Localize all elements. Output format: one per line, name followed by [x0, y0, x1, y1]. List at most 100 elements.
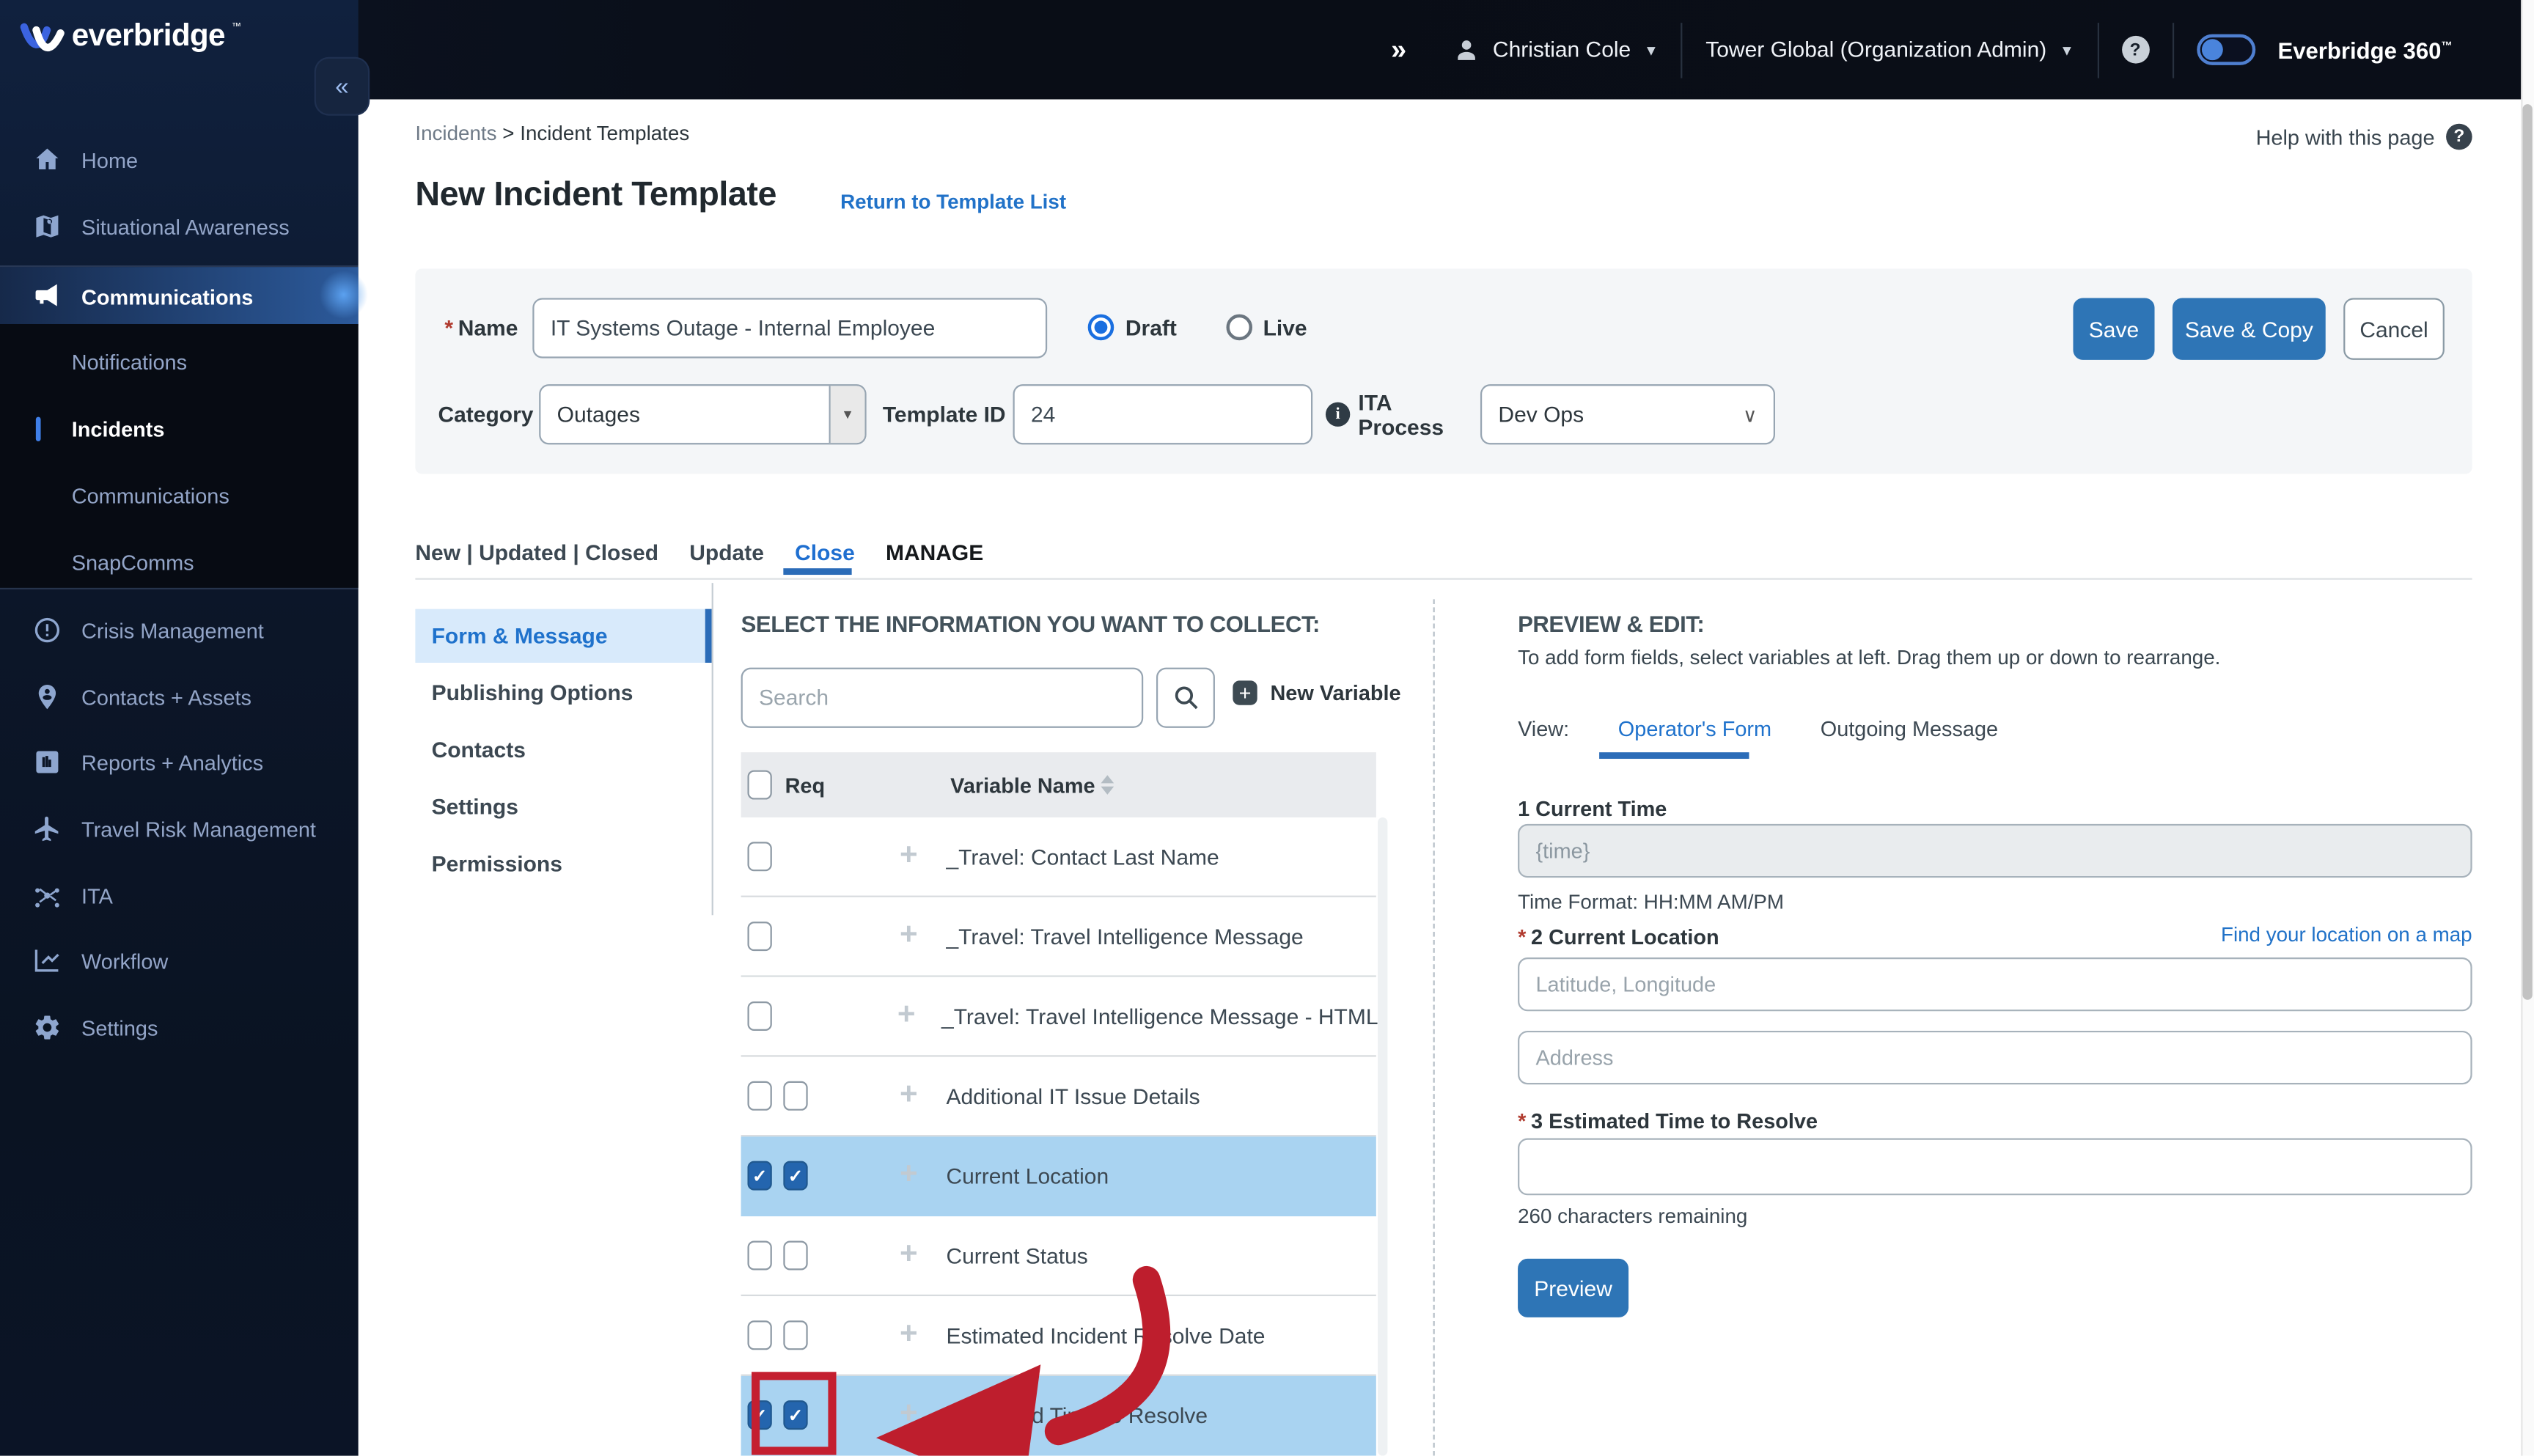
drag-handle-icon[interactable]: +: [897, 1397, 920, 1433]
divider: [1681, 21, 1683, 78]
save-and-copy-button[interactable]: Save & Copy: [2172, 298, 2326, 360]
subnav-publishing-options[interactable]: Publishing Options: [415, 668, 711, 717]
sidebar-item-contacts-assets[interactable]: Contacts + Assets: [0, 664, 359, 729]
tab-outgoing-message[interactable]: Outgoing Message: [1821, 716, 1998, 740]
ita-process-select[interactable]: Dev Ops ∨: [1480, 384, 1775, 445]
subnav-form-message[interactable]: Form & Message: [415, 608, 712, 663]
help-icon[interactable]: ?: [2121, 35, 2149, 64]
breadcrumb-current: Incident Templates: [520, 122, 690, 145]
sidebar-item-travel-risk[interactable]: Travel Risk Management: [0, 796, 359, 861]
main-content: Incidents > Incident Templates Help with…: [358, 99, 2534, 1456]
new-variable-button[interactable]: + New Variable: [1233, 680, 1401, 705]
person-pin-icon: [38, 684, 56, 710]
everbridge-360-toggle[interactable]: [2196, 34, 2255, 65]
select-checkbox[interactable]: [747, 1400, 772, 1430]
subnav-settings[interactable]: Settings: [415, 782, 711, 831]
page-scrollbar-thumb[interactable]: [2522, 104, 2533, 1000]
user-menu[interactable]: Christian Cole ▼: [1452, 36, 1659, 64]
divider: [2096, 21, 2099, 78]
tab-new-updated-closed[interactable]: New | Updated | Closed: [415, 540, 658, 564]
select-all-checkbox[interactable]: [747, 770, 772, 800]
return-to-template-list-link[interactable]: Return to Template List: [840, 191, 1066, 213]
req-checkbox[interactable]: [783, 1081, 808, 1111]
template-id-input[interactable]: [1013, 384, 1313, 445]
req-checkbox[interactable]: [783, 1161, 808, 1191]
tab-close[interactable]: Close: [795, 540, 855, 564]
latitude-longitude-input[interactable]: [1518, 957, 2472, 1012]
sidebar-item-notifications[interactable]: Notifications: [0, 329, 359, 394]
select-checkbox[interactable]: [747, 1001, 772, 1031]
select-checkbox[interactable]: [747, 1161, 772, 1191]
drag-handle-icon[interactable]: +: [897, 1078, 920, 1114]
tab-manage[interactable]: MANAGE: [886, 540, 983, 564]
view-label: View:: [1518, 716, 1570, 741]
tab-operators-form[interactable]: Operator's Form: [1618, 716, 1771, 740]
save-button[interactable]: Save: [2073, 298, 2155, 360]
drag-handle-icon[interactable]: +: [897, 919, 920, 955]
sidebar-item-situational-awareness[interactable]: Situational Awareness: [0, 194, 359, 259]
table-row-selected-annotated: + Estimated Time to Resolve: [741, 1375, 1376, 1456]
select-checkbox[interactable]: [747, 922, 772, 952]
logo-tm: ™: [231, 23, 242, 33]
sidebar-item-incidents[interactable]: Incidents: [0, 396, 359, 461]
select-checkbox[interactable]: [747, 1240, 772, 1271]
line-chart-icon: [34, 949, 59, 972]
top-bar: » Christian Cole ▼ Tower Global (Organiz…: [0, 0, 2534, 100]
expand-nav-icon[interactable]: »: [1391, 34, 1406, 66]
sidebar-item-settings[interactable]: Settings: [0, 995, 359, 1060]
tab-update[interactable]: Update: [689, 540, 764, 564]
view-switcher: View: Operator's Form Outgoing Message: [1518, 716, 1998, 740]
drag-handle-icon[interactable]: +: [897, 1238, 920, 1273]
drag-handle-icon[interactable]: +: [897, 839, 920, 875]
divider: [415, 578, 2472, 580]
sidebar-item-snapcomms[interactable]: SnapComms: [0, 529, 359, 595]
subnav-contacts[interactable]: Contacts: [415, 724, 711, 773]
req-checkbox[interactable]: [783, 1320, 808, 1350]
variable-name: Current Location: [946, 1163, 1109, 1188]
everbridge-logo[interactable]: everbridge ™: [20, 20, 241, 62]
preview-button[interactable]: Preview: [1518, 1258, 1629, 1317]
search-input[interactable]: [741, 667, 1144, 728]
search-button[interactable]: [1156, 667, 1215, 728]
user-name: Christian Cole: [1492, 37, 1631, 62]
breadcrumb-incidents[interactable]: Incidents: [415, 122, 496, 145]
current-location-label: * 2 Current Location: [1518, 924, 1719, 949]
sidebar-item-workflow[interactable]: Workflow: [0, 928, 359, 993]
variable-list-scrollbar-track[interactable]: [1378, 817, 1388, 1456]
draft-radio[interactable]: [1087, 314, 1114, 341]
estimated-time-label: * 3 Estimated Time to Resolve: [1518, 1108, 1818, 1133]
info-icon: i: [1325, 402, 1351, 427]
category-select[interactable]: Outages ▼: [539, 384, 867, 445]
organization-menu[interactable]: Tower Global (Organization Admin) ▼: [1705, 37, 2074, 62]
address-input[interactable]: [1518, 1030, 2472, 1085]
req-checkbox[interactable]: [783, 1400, 808, 1430]
sidebar-item-home[interactable]: Home: [0, 127, 359, 192]
variable-name-column-header[interactable]: Variable Name: [950, 773, 1095, 797]
template-header-panel: * Name Draft Live Save Save & Copy Cance…: [415, 268, 2472, 474]
estimated-time-input[interactable]: [1518, 1138, 2472, 1196]
find-location-map-link[interactable]: Find your location on a map: [2221, 923, 2472, 946]
template-name-input[interactable]: [532, 297, 1048, 358]
variable-name: Current Status: [946, 1243, 1088, 1268]
sidebar-item-communications-sub[interactable]: Communications: [0, 463, 359, 528]
req-checkbox[interactable]: [783, 1240, 808, 1271]
subnav-permissions[interactable]: Permissions: [415, 839, 711, 888]
variable-name: Estimated Time to Resolve: [946, 1402, 1208, 1427]
sidebar-item-communications[interactable]: Communications: [0, 267, 368, 326]
live-radio[interactable]: [1225, 314, 1252, 341]
help-with-page-link[interactable]: Help with this page ?: [2256, 123, 2472, 150]
drag-handle-icon[interactable]: +: [897, 1158, 920, 1194]
sidebar-item-crisis-management[interactable]: Crisis Management: [0, 598, 359, 663]
select-checkbox[interactable]: [747, 842, 772, 872]
sidebar-item-reports-analytics[interactable]: Reports + Analytics: [0, 729, 359, 795]
template-id-label: Template ID: [882, 402, 1006, 427]
drag-handle-icon[interactable]: +: [897, 999, 916, 1034]
sort-icon[interactable]: [1101, 775, 1115, 795]
select-checkbox[interactable]: [747, 1320, 772, 1350]
collapse-sidebar-button[interactable]: «: [315, 58, 368, 114]
sidebar-item-ita[interactable]: ITA: [0, 863, 359, 928]
cancel-button[interactable]: Cancel: [2343, 298, 2445, 360]
select-checkbox[interactable]: [747, 1081, 772, 1111]
chevron-down-icon: ∨: [1743, 402, 1758, 426]
drag-handle-icon[interactable]: +: [897, 1317, 920, 1353]
